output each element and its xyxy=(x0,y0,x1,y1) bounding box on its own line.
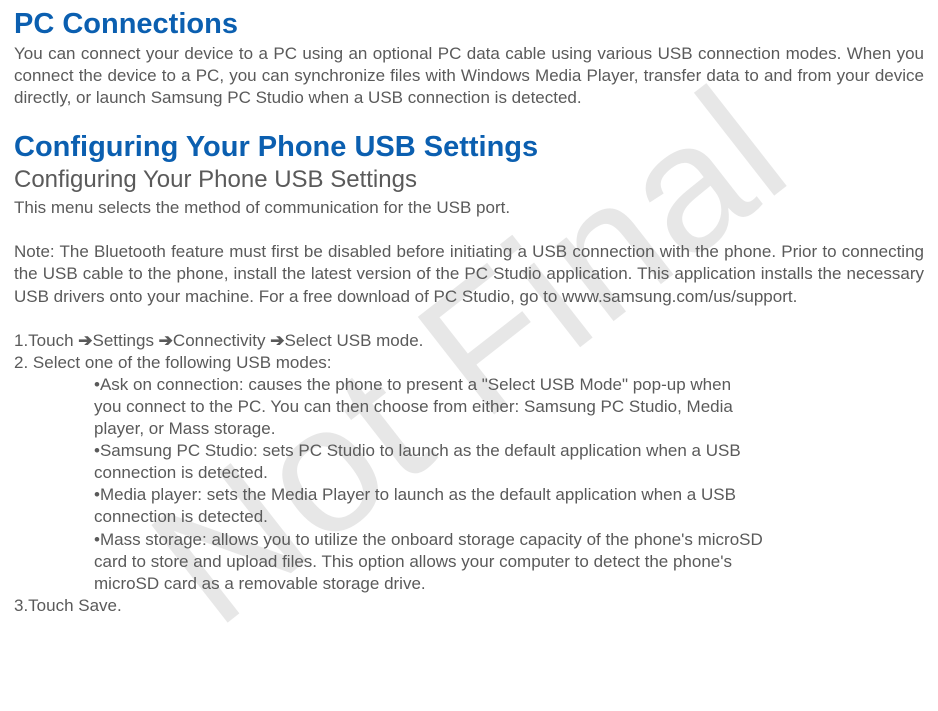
section1-paragraph: You can connect your device to a PC usin… xyxy=(14,43,924,109)
step-2: 2. Select one of the following USB modes… xyxy=(14,352,924,374)
bullet-mass-storage-1: •Mass storage: allows you to utilize the… xyxy=(14,529,924,551)
step1-prefix: 1.Touch xyxy=(14,331,78,350)
bullet-ask-connection-1: •Ask on connection: causes the phone to … xyxy=(14,374,924,396)
section2-intro: This menu selects the method of communic… xyxy=(14,197,924,219)
document-content: PC Connections You can connect your devi… xyxy=(14,8,924,617)
bullet-mass-storage-2: card to store and upload files. This opt… xyxy=(14,551,924,573)
arrow-icon: ➔ xyxy=(270,331,284,350)
bullet-ask-connection-2: you connect to the PC. You can then choo… xyxy=(14,396,924,418)
section1-title: PC Connections xyxy=(14,8,924,41)
arrow-icon: ➔ xyxy=(78,331,92,350)
arrow-icon: ➔ xyxy=(159,331,173,350)
bullet-media-player-2: connection is detected. xyxy=(14,506,924,528)
step-1: 1.Touch ➔Settings ➔Connectivity ➔Select … xyxy=(14,330,924,352)
bullet-media-player-1: •Media player: sets the Media Player to … xyxy=(14,484,924,506)
bullet-mass-storage-3: microSD card as a removable storage driv… xyxy=(14,573,924,595)
step-3: 3.Touch Save. xyxy=(14,595,924,617)
bullet-pc-studio-1: •Samsung PC Studio: sets PC Studio to la… xyxy=(14,440,924,462)
step1-select: Select USB mode. xyxy=(285,331,424,350)
bullet-pc-studio-2: connection is detected. xyxy=(14,462,924,484)
bullet-ask-connection-3: player, or Mass storage. xyxy=(14,418,924,440)
step1-settings: Settings xyxy=(93,331,159,350)
step1-connectivity: Connectivity xyxy=(173,331,270,350)
section2-title: Configuring Your Phone USB Settings xyxy=(14,131,924,164)
section2-note: Note: The Bluetooth feature must first b… xyxy=(14,241,924,307)
section2-subtitle: Configuring Your Phone USB Settings xyxy=(14,166,924,194)
